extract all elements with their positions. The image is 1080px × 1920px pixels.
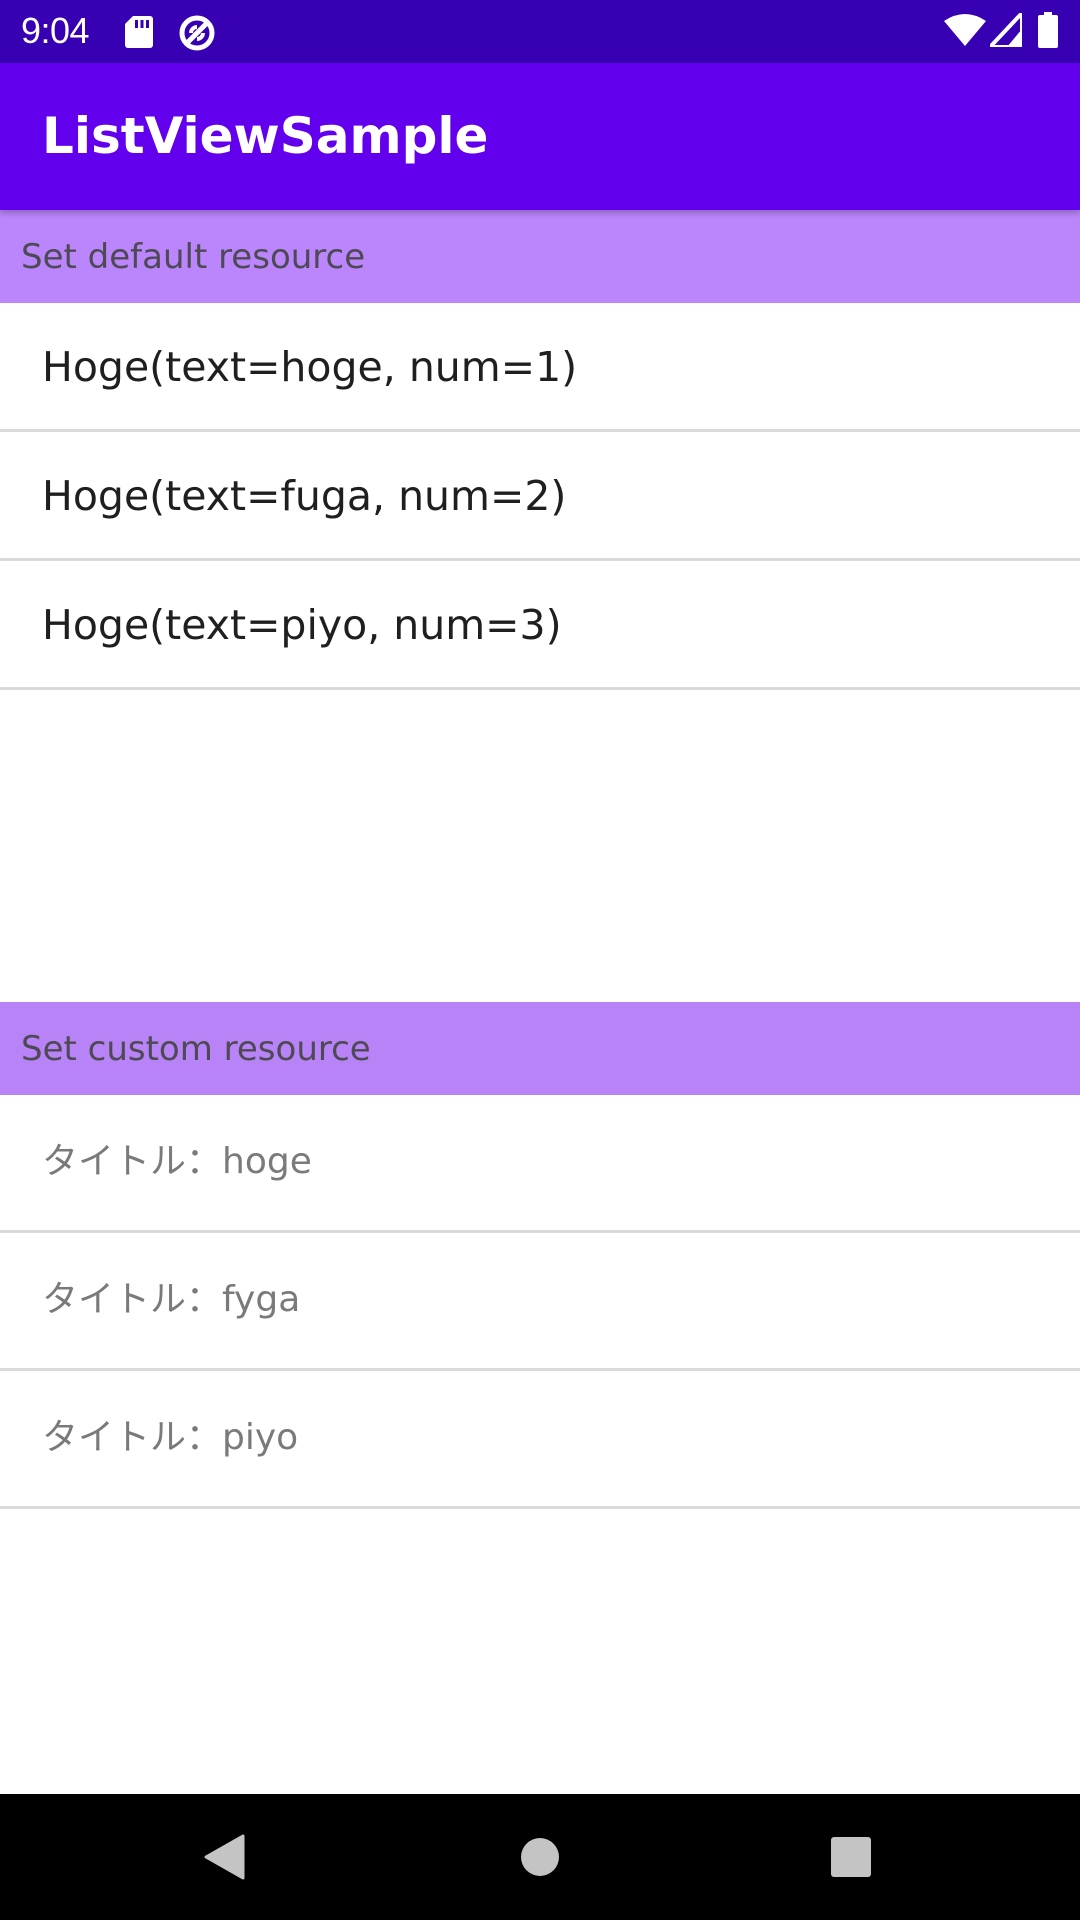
app-bar: ListViewSample (0, 63, 1080, 210)
section-header-label: Set custom resource (21, 1029, 371, 1069)
section-header-label: Set default resource (21, 237, 366, 277)
sync-icon (179, 15, 215, 51)
status-bar: 9:04 (0, 0, 1080, 63)
list-item-text: タイトル：fyga (42, 1279, 301, 1320)
navigation-bar (0, 1794, 1080, 1920)
signal-icon (990, 13, 1022, 47)
list-item[interactable]: タイトル：fyga (0, 1233, 1080, 1371)
list-item[interactable]: Hoge(text=fuga, num=2) (0, 432, 1080, 561)
status-time: 9:04 (21, 10, 90, 51)
list-item-text: Hoge(text=hoge, num=1) (42, 343, 578, 391)
list-item-text: タイトル：piyo (42, 1417, 299, 1458)
sd-card-icon (125, 16, 153, 48)
list-item[interactable]: タイトル：piyo (0, 1371, 1080, 1509)
battery-icon (1038, 12, 1058, 48)
section-header-custom: Set custom resource (0, 1002, 1080, 1095)
list-item-text: タイトル：hoge (42, 1141, 312, 1182)
list-item[interactable]: タイトル：hoge (0, 1095, 1080, 1233)
back-icon[interactable] (203, 1834, 245, 1880)
list-item-text: Hoge(text=piyo, num=3) (42, 601, 562, 649)
list-item[interactable]: Hoge(text=hoge, num=1) (0, 303, 1080, 432)
wifi-icon (944, 14, 986, 46)
section-header-default: Set default resource (0, 210, 1080, 303)
app-title: ListViewSample (42, 107, 489, 165)
default-resource-list[interactable]: Hoge(text=hoge, num=1) Hoge(text=fuga, n… (0, 303, 1080, 690)
home-icon[interactable] (520, 1837, 560, 1877)
custom-resource-list[interactable]: タイトル：hoge タイトル：fyga タイトル：piyo (0, 1095, 1080, 1509)
recents-icon[interactable] (831, 1837, 871, 1877)
list-item-text: Hoge(text=fuga, num=2) (42, 472, 567, 520)
list-item[interactable]: Hoge(text=piyo, num=3) (0, 561, 1080, 690)
